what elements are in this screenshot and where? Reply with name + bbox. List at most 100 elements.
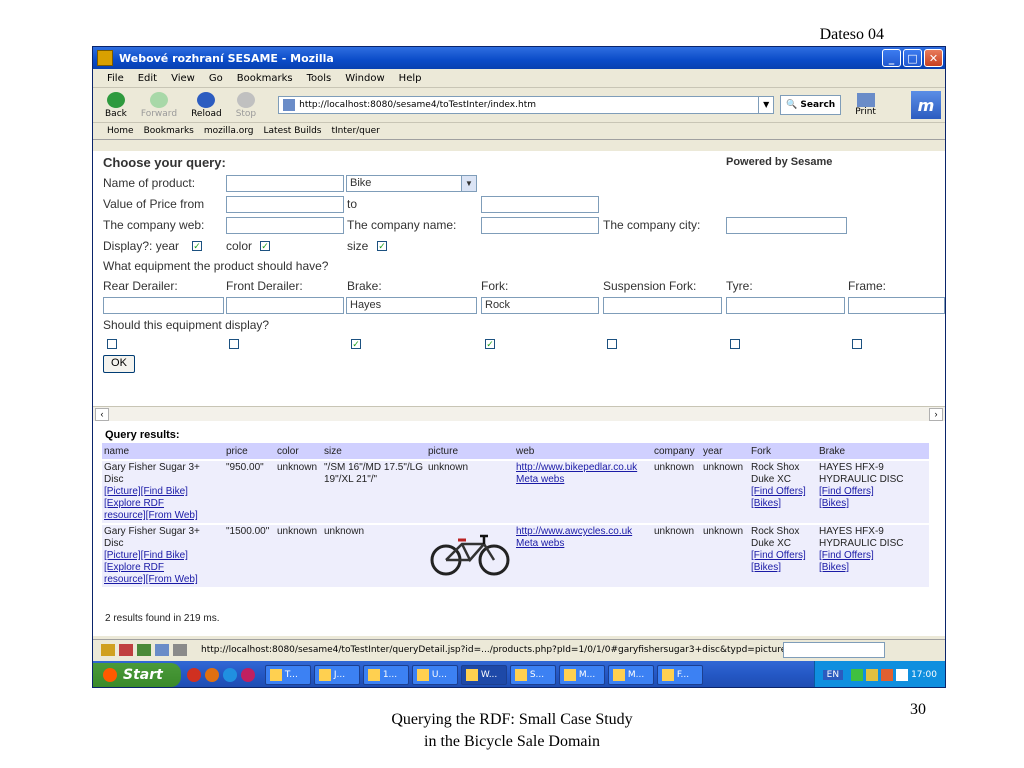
suspension-fork-input[interactable] xyxy=(603,297,722,314)
menu-edit[interactable]: Edit xyxy=(138,73,157,84)
bookmark-latest-builds[interactable]: Latest Builds xyxy=(264,126,322,136)
brake-find-offers-link[interactable]: [Find Offers] xyxy=(819,550,927,562)
company-name-input[interactable] xyxy=(481,217,599,234)
url-bar[interactable]: http://localhost:8080/sesame4/toTestInte… xyxy=(278,96,775,114)
back-button[interactable]: Back xyxy=(105,91,127,119)
stop-icon xyxy=(236,91,255,108)
category-select[interactable]: Bike ▼ xyxy=(346,175,477,192)
taskbar-button[interactable]: T... xyxy=(264,665,311,685)
url-dropdown-icon[interactable]: ▼ xyxy=(758,97,773,113)
web-link[interactable]: http://www.awcycles.co.uk xyxy=(516,526,650,538)
price-to-input[interactable] xyxy=(481,196,599,213)
horizontal-scrollbar[interactable]: ‹ › xyxy=(93,406,945,421)
bookmark-mozilla-org[interactable]: mozilla.org xyxy=(204,126,254,136)
tyre-display-checkbox[interactable] xyxy=(730,339,740,349)
print-button[interactable]: Print xyxy=(855,93,876,117)
taskbar-button[interactable]: J... xyxy=(313,665,360,685)
menu-go[interactable]: Go xyxy=(209,73,223,84)
menu-file[interactable]: File xyxy=(107,73,124,84)
forward-button[interactable]: Forward xyxy=(141,91,177,119)
menu-bookmarks[interactable]: Bookmarks xyxy=(237,73,293,84)
taskbar-button[interactable]: F... xyxy=(656,665,703,685)
bookmark-home[interactable]: Home xyxy=(107,126,134,136)
scroll-right-icon[interactable]: › xyxy=(929,408,943,421)
meta-webs-link[interactable]: Meta webs xyxy=(516,538,650,550)
minimize-button[interactable]: _ xyxy=(882,49,901,67)
ok-button[interactable]: OK xyxy=(103,355,135,373)
scroll-left-icon[interactable]: ‹ xyxy=(95,408,109,421)
rear-derailer-display-checkbox[interactable] xyxy=(107,339,117,349)
menu-help[interactable]: Help xyxy=(399,73,422,84)
language-indicator[interactable]: EN xyxy=(822,670,844,680)
fork-bikes-link[interactable]: [Bikes] xyxy=(751,498,815,510)
display-year-checkbox[interactable]: ✓ xyxy=(192,241,202,251)
display-color-checkbox[interactable]: ✓ xyxy=(260,241,270,251)
resource-from-web-link[interactable]: resource][From Web] xyxy=(104,574,222,586)
chat-icon[interactable] xyxy=(173,643,187,656)
explore-rdf-link[interactable]: [Explore RDF xyxy=(104,498,222,510)
picture-find-bike-link[interactable]: [Picture][Find Bike] xyxy=(104,486,222,498)
taskbar-button[interactable]: M... xyxy=(607,665,654,685)
resource-from-web-link[interactable]: resource][From Web] xyxy=(104,510,222,522)
taskbar-button[interactable]: M... xyxy=(558,665,605,685)
reload-button[interactable]: Reload xyxy=(191,91,222,119)
web-link[interactable]: http://www.bikepedlar.co.uk xyxy=(516,462,650,474)
bicycle-picture[interactable] xyxy=(428,526,512,578)
title-bar[interactable]: Webové rozhraní SESAME - Mozilla _ □ ✕ xyxy=(93,47,945,69)
front-derailer-input[interactable] xyxy=(226,297,344,314)
brake-display-checkbox[interactable]: ✓ xyxy=(351,339,361,349)
picture-find-bike-link[interactable]: [Picture][Find Bike] xyxy=(104,550,222,562)
price-from-input[interactable] xyxy=(226,196,344,213)
mail-icon[interactable] xyxy=(119,643,133,656)
address-book-icon[interactable] xyxy=(155,643,169,656)
explore-rdf-link[interactable]: [Explore RDF xyxy=(104,562,222,574)
bookmark-bookmarks[interactable]: Bookmarks xyxy=(144,126,194,136)
suspension-fork-display-checkbox[interactable] xyxy=(607,339,617,349)
close-button[interactable]: ✕ xyxy=(924,49,943,67)
frame-input[interactable] xyxy=(848,297,945,314)
start-button[interactable]: Start xyxy=(93,663,181,687)
taskbar-button[interactable]: 1... xyxy=(362,665,409,685)
brake-input[interactable]: Hayes xyxy=(346,297,477,314)
search-button[interactable]: 🔍 Search xyxy=(780,95,842,115)
quicklaunch-icon[interactable] xyxy=(204,668,219,682)
tray-icon[interactable] xyxy=(851,669,864,681)
company-city-input[interactable] xyxy=(726,217,847,234)
quicklaunch-icon[interactable] xyxy=(186,668,201,682)
brake-bikes-link[interactable]: [Bikes] xyxy=(819,562,927,574)
name-of-product-input[interactable] xyxy=(226,175,344,192)
cell-picture xyxy=(426,523,514,587)
taskbar-button[interactable]: S... xyxy=(509,665,556,685)
fork-display-checkbox[interactable]: ✓ xyxy=(485,339,495,349)
cell-picture: unknown xyxy=(426,459,514,524)
tray-icon[interactable] xyxy=(881,669,894,681)
fork-find-offers-link[interactable]: [Find Offers] xyxy=(751,486,815,498)
bookmark-tinter-quer[interactable]: tInter/quer xyxy=(331,126,379,136)
menu-view[interactable]: View xyxy=(171,73,195,84)
display-size-checkbox[interactable]: ✓ xyxy=(377,241,387,251)
navigator-icon[interactable] xyxy=(101,643,115,656)
tyre-input[interactable] xyxy=(726,297,845,314)
brake-find-offers-link[interactable]: [Find Offers] xyxy=(819,486,927,498)
menu-window[interactable]: Window xyxy=(345,73,384,84)
tray-icon[interactable] xyxy=(896,669,909,681)
brake-bikes-link[interactable]: [Bikes] xyxy=(819,498,927,510)
quicklaunch-icon[interactable] xyxy=(222,668,237,682)
menu-tools[interactable]: Tools xyxy=(307,73,332,84)
fork-find-offers-link[interactable]: [Find Offers] xyxy=(751,550,815,562)
quicklaunch-icon[interactable] xyxy=(240,668,255,682)
fork-input[interactable]: Rock xyxy=(481,297,599,314)
frame-display-checkbox[interactable] xyxy=(852,339,862,349)
taskbar-button-active[interactable]: W... xyxy=(460,665,507,685)
taskbar-button[interactable]: U... xyxy=(411,665,458,685)
tray-icon[interactable] xyxy=(866,669,879,681)
fork-bikes-link[interactable]: [Bikes] xyxy=(751,562,815,574)
maximize-button[interactable]: □ xyxy=(903,49,922,67)
front-derailer-display-checkbox[interactable] xyxy=(229,339,239,349)
composer-icon[interactable] xyxy=(137,643,151,656)
meta-webs-link[interactable]: Meta webs xyxy=(516,474,650,486)
company-web-input[interactable] xyxy=(226,217,344,234)
stop-button[interactable]: Stop xyxy=(236,91,256,119)
rear-derailer-input[interactable] xyxy=(103,297,224,314)
status-input[interactable] xyxy=(783,641,885,658)
